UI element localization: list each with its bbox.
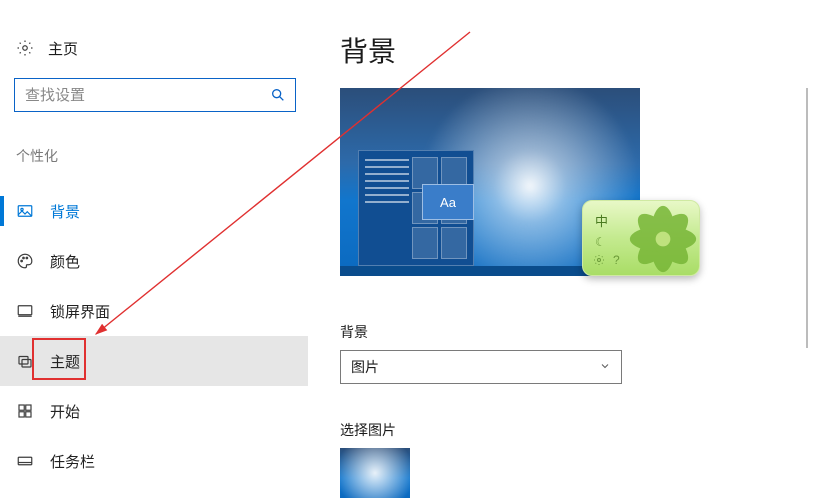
sidebar-item-label: 开始 xyxy=(50,401,80,422)
home-button[interactable]: 主页 xyxy=(14,30,308,66)
flower-icon xyxy=(617,200,700,276)
sidebar-item-label: 背景 xyxy=(50,201,80,222)
sidebar-item-background[interactable]: 背景 xyxy=(0,186,308,236)
search-input-wrap[interactable] xyxy=(14,78,296,112)
preview-window-text: Aa xyxy=(440,195,456,210)
chevron-down-icon xyxy=(599,359,611,375)
image-icon xyxy=(16,202,34,220)
taskbar-icon xyxy=(16,452,34,470)
sidebar-item-label: 颜色 xyxy=(50,251,80,272)
search-input[interactable] xyxy=(15,87,261,104)
palette-icon xyxy=(16,252,34,270)
gear-icon xyxy=(16,39,34,57)
dropdown-value: 图片 xyxy=(351,357,379,377)
ime-language-label: 中 xyxy=(595,211,608,230)
sidebar-item-colors[interactable]: 颜色 xyxy=(0,236,308,286)
themes-icon xyxy=(16,352,34,370)
home-label: 主页 xyxy=(48,38,78,59)
sidebar-item-start[interactable]: 开始 xyxy=(0,386,308,436)
preview-sample-window: Aa xyxy=(422,184,474,220)
scrollbar[interactable] xyxy=(806,88,808,348)
start-icon xyxy=(16,402,34,420)
background-dropdown[interactable]: 图片 xyxy=(340,350,622,384)
sidebar-item-label: 主题 xyxy=(50,351,80,372)
section-header: 个性化 xyxy=(14,146,308,166)
search-icon xyxy=(261,87,295,103)
thumbnail-image xyxy=(340,448,410,498)
background-field-label: 背景 xyxy=(340,322,814,342)
choose-picture-label: 选择图片 xyxy=(340,420,814,440)
desktop-preview: Aa 中 ☾ ? xyxy=(340,88,640,276)
sidebar-item-label: 任务栏 xyxy=(50,451,95,472)
ime-help-icon[interactable]: ? xyxy=(613,253,620,267)
page-title: 背景 xyxy=(340,30,814,70)
ime-widget[interactable]: 中 ☾ ? xyxy=(582,200,700,276)
moon-icon: ☾ xyxy=(595,235,606,249)
ime-gear-icon[interactable] xyxy=(593,253,605,271)
picture-thumbnail[interactable] xyxy=(340,448,410,498)
sidebar-item-label: 锁屏界面 xyxy=(50,301,110,322)
sidebar-item-themes[interactable]: 主题 xyxy=(0,336,308,386)
sidebar-item-lockscreen[interactable]: 锁屏界面 xyxy=(0,286,308,336)
sidebar-item-taskbar[interactable]: 任务栏 xyxy=(0,436,308,486)
monitor-icon xyxy=(16,302,34,320)
